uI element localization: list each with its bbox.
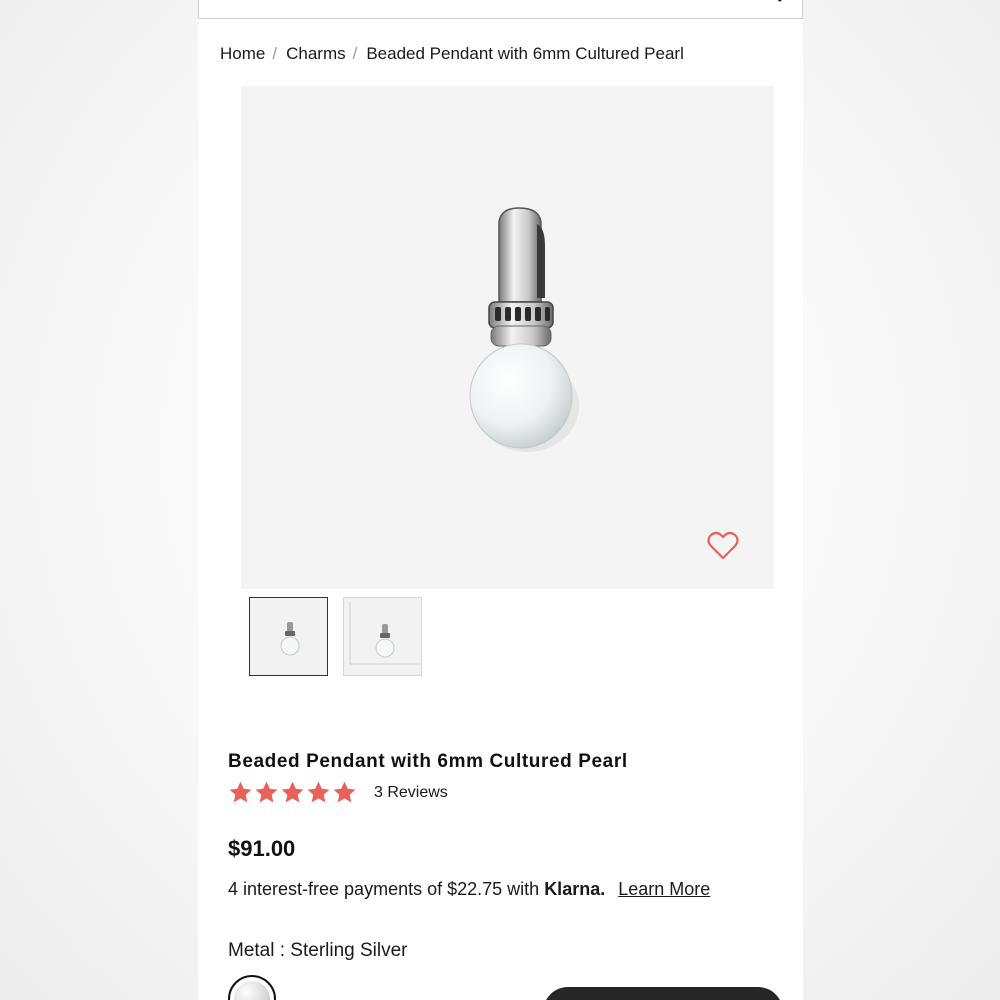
thumbnail-1-image [280,622,300,656]
search-bar[interactable] [198,0,803,19]
search-icon[interactable] [770,0,784,14]
learn-more-link[interactable]: Learn More [618,879,710,899]
star-icon [255,781,278,803]
pendant-image [469,207,579,452]
financing-text: 4 interest-free payments of $22.75 with [228,879,540,899]
financing-line: 4 interest-free payments of $22.75 with … [228,879,710,900]
thumbnail-2[interactable] [343,597,422,676]
star-icon [307,781,330,803]
metal-option-label: Metal : Sterling Silver [228,940,408,961]
breadcrumb-charms[interactable]: Charms [286,44,346,64]
thumbnail-1[interactable] [249,597,328,676]
breadcrumb-home[interactable]: Home [220,44,265,64]
breadcrumb-current: Beaded Pendant with 6mm Cultured Pearl [366,44,684,63]
star-rating[interactable]: 3 Reviews [228,780,448,805]
product-title: Beaded Pendant with 6mm Cultured Pearl [228,751,628,772]
product-page: Home / Charms / Beaded Pendant with 6mm … [198,0,803,1000]
klarna-brand: Klarna. [544,879,606,899]
thumbnail-2-image [349,602,420,665]
breadcrumb-separator: / [272,44,278,63]
breadcrumb: Home / Charms / Beaded Pendant with 6mm … [220,44,684,64]
reviews-link[interactable]: 3 Reviews [374,784,448,802]
sterling-silver-swatch[interactable] [228,975,276,1000]
star-icon [281,781,304,803]
heart-outline-icon[interactable] [707,531,739,561]
breadcrumb-separator: / [352,44,358,63]
product-price: $91.00 [228,836,296,861]
thumbnail-strip [249,597,422,676]
star-icon [229,781,252,803]
product-image[interactable] [241,86,774,589]
add-to-bag-button[interactable] [543,987,783,1000]
star-icon [333,781,356,803]
swatch-fill [234,981,270,1000]
